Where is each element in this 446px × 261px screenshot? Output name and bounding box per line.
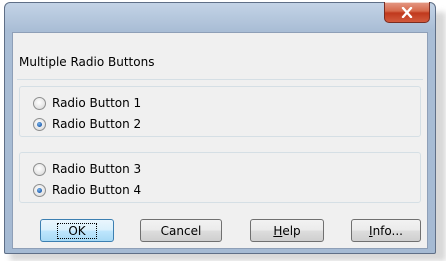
help-label-rest: elp (282, 223, 301, 238)
info-button-label: Info... (369, 224, 403, 238)
cancel-button-label: Cancel (160, 223, 202, 238)
radio-label-4: Radio Button 4 (52, 183, 142, 197)
close-button[interactable] (384, 2, 430, 23)
dialog-window: Multiple Radio Buttons Radio Button 1 Ra… (4, 2, 436, 254)
cancel-button[interactable]: Cancel (140, 219, 222, 242)
ok-button-label: OK (57, 222, 97, 239)
radio-button-4[interactable] (33, 183, 46, 197)
radio-button-2[interactable] (33, 117, 46, 131)
radio-option-2[interactable]: Radio Button 2 (33, 115, 141, 133)
radio-button-3[interactable] (33, 162, 46, 176)
radio-group-2: Radio Button 3 Radio Button 4 (19, 152, 421, 203)
dialog-client-area: Multiple Radio Buttons Radio Button 1 Ra… (12, 32, 428, 249)
radio-option-4[interactable]: Radio Button 4 (33, 181, 141, 199)
ok-button[interactable]: OK (40, 219, 114, 242)
title-bar[interactable] (5, 2, 435, 33)
info-label-rest: nfo... (372, 223, 403, 238)
close-icon (401, 6, 413, 18)
info-button[interactable]: Info... (351, 219, 421, 242)
radio-group-1: Radio Button 1 Radio Button 2 (19, 86, 421, 137)
radio-label-2: Radio Button 2 (52, 117, 142, 131)
radio-label-3: Radio Button 3 (52, 162, 142, 176)
header-divider (17, 79, 423, 80)
radio-option-3[interactable]: Radio Button 3 (33, 160, 141, 178)
radio-label-1: Radio Button 1 (52, 96, 142, 110)
help-accel-key: H (273, 223, 283, 238)
help-button[interactable]: Help (250, 219, 324, 242)
help-button-label: Help (273, 224, 300, 238)
radio-button-1[interactable] (33, 96, 46, 110)
dialog-heading: Multiple Radio Buttons (19, 55, 155, 69)
radio-option-1[interactable]: Radio Button 1 (33, 94, 141, 112)
